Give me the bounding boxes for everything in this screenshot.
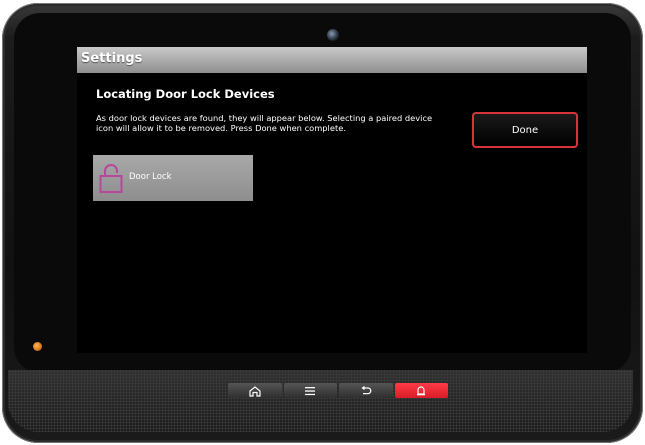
done-button-label: Done <box>511 124 539 136</box>
hardware-nav-bar <box>228 383 448 398</box>
menu-icon <box>305 386 316 395</box>
back-button[interactable] <box>339 383 393 398</box>
device-screen: Settings Locating Door Lock Devices As d… <box>77 47 587 353</box>
page-title: Settings <box>81 51 143 66</box>
device-tile-label: Door Lock <box>129 172 172 182</box>
instructions-text: As door lock devices are found, they wil… <box>96 113 476 133</box>
home-icon <box>249 385 261 397</box>
speaker-grille <box>8 370 633 432</box>
camera-lens-icon <box>327 29 339 41</box>
alarm-icon <box>417 385 426 395</box>
padlock-open-icon <box>99 164 123 193</box>
section-heading: Locating Door Lock Devices <box>96 87 275 101</box>
instructions-line-2: icon will allow it to be removed. Press … <box>96 123 346 133</box>
back-icon <box>361 385 372 394</box>
title-bar: Settings <box>77 47 587 73</box>
menu-button[interactable] <box>283 383 337 398</box>
alarm-button[interactable] <box>394 383 448 398</box>
done-button[interactable]: Done <box>472 112 578 148</box>
status-led-icon <box>33 342 42 351</box>
device-tile-door-lock[interactable]: Door Lock <box>93 155 253 201</box>
home-button[interactable] <box>228 383 282 398</box>
instructions-line-1: As door lock devices are found, they wil… <box>96 113 433 123</box>
